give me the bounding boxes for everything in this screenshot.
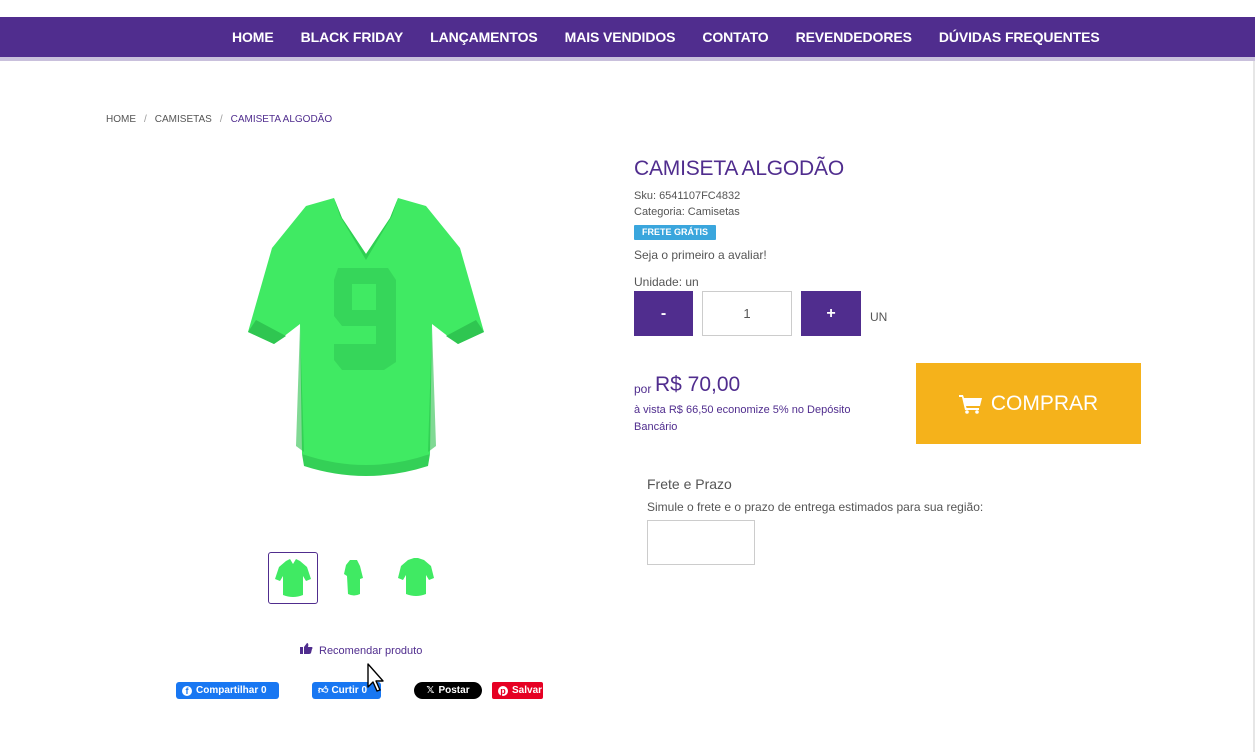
pinterest-label: Salvar xyxy=(512,685,543,696)
buy-button[interactable]: COMPRAR xyxy=(916,363,1141,444)
price-prefix: por xyxy=(634,382,652,396)
recommend-label: Recomendar produto xyxy=(319,645,423,657)
breadcrumb-separator: / xyxy=(219,114,223,125)
breadcrumb-current: CAMISETA ALGODÃO xyxy=(230,114,333,125)
facebook-like-label: Curtir 0 xyxy=(331,685,368,696)
thumbnail-side[interactable] xyxy=(330,552,380,604)
thumbs-up-icon xyxy=(300,643,313,657)
free-shipping-badge: FRETE GRÁTIS xyxy=(634,225,716,240)
shipping-description: Simule o frete e o prazo de entrega esti… xyxy=(647,500,984,514)
product-price: R$ 70,00 xyxy=(655,373,741,396)
unit-label: Unidade: un xyxy=(634,275,699,289)
breadcrumb-separator: / xyxy=(144,114,147,125)
mouse-cursor-icon xyxy=(367,663,384,692)
facebook-share-button[interactable]: f Compartilhar 0 xyxy=(176,682,279,699)
nav-item-mais-vendidos[interactable]: MAIS VENDIDOS xyxy=(565,17,676,57)
breadcrumb-home[interactable]: HOME xyxy=(106,114,136,125)
cart-icon xyxy=(958,394,982,414)
buy-button-label: COMPRAR xyxy=(990,391,1099,415)
nav-item-lancamentos[interactable]: LANÇAMENTOS xyxy=(430,17,538,57)
nav-item-black-friday[interactable]: BLACK FRIDAY xyxy=(301,17,404,57)
quantity-increase-button[interactable]: + xyxy=(801,291,861,336)
like-icon: 👍︎ xyxy=(318,685,329,696)
shirt-front-icon xyxy=(275,559,311,597)
cep-input[interactable] xyxy=(647,520,755,565)
facebook-icon: f xyxy=(182,686,192,696)
x-icon: 𝕏 xyxy=(426,685,435,696)
product-title: CAMISETA ALGODÃO xyxy=(634,157,844,180)
breadcrumb: HOME / CAMISETAS / CAMISETA ALGODÃO xyxy=(106,114,332,125)
quantity-unit: UN xyxy=(870,310,888,324)
product-sku: Sku: 6541107FC4832 xyxy=(634,190,741,202)
shirt-back-icon xyxy=(398,558,434,596)
thumbnail-back[interactable] xyxy=(392,552,442,604)
recommend-product-link[interactable]: Recomendar produto xyxy=(300,643,422,657)
quantity-input[interactable] xyxy=(702,291,792,336)
nav-item-revendedores[interactable]: REVENDEDORES xyxy=(796,17,912,57)
nav-item-duvidas[interactable]: DÚVIDAS FREQUENTES xyxy=(939,17,1100,57)
product-main-image[interactable] xyxy=(246,196,486,478)
facebook-share-label: Compartilhar 0 xyxy=(196,685,267,696)
review-link[interactable]: Seja o primeiro a avaliar! xyxy=(634,248,767,262)
main-nav: HOME BLACK FRIDAY LANÇAMENTOS MAIS VENDI… xyxy=(0,17,1255,61)
nav-item-home[interactable]: HOME xyxy=(232,17,274,57)
x-post-button[interactable]: 𝕏 Postar xyxy=(414,682,482,699)
pinterest-save-button[interactable]: p Salvar xyxy=(492,682,543,699)
product-category: Categoria: Camisetas xyxy=(634,206,740,218)
nav-item-contato[interactable]: CONTATO xyxy=(702,17,768,57)
shirt-side-icon xyxy=(344,560,363,596)
x-post-label: Postar xyxy=(438,685,470,696)
quantity-decrease-button[interactable]: - xyxy=(634,291,693,336)
shipping-title: Frete e Prazo xyxy=(647,476,732,492)
cash-discount-text: à vista R$ 66,50 economize 5% no Depósit… xyxy=(634,404,851,433)
breadcrumb-category[interactable]: CAMISETAS xyxy=(155,114,212,125)
top-strip xyxy=(0,0,1255,17)
thumbnail-front[interactable] xyxy=(268,552,318,604)
pinterest-icon: p xyxy=(498,686,508,696)
